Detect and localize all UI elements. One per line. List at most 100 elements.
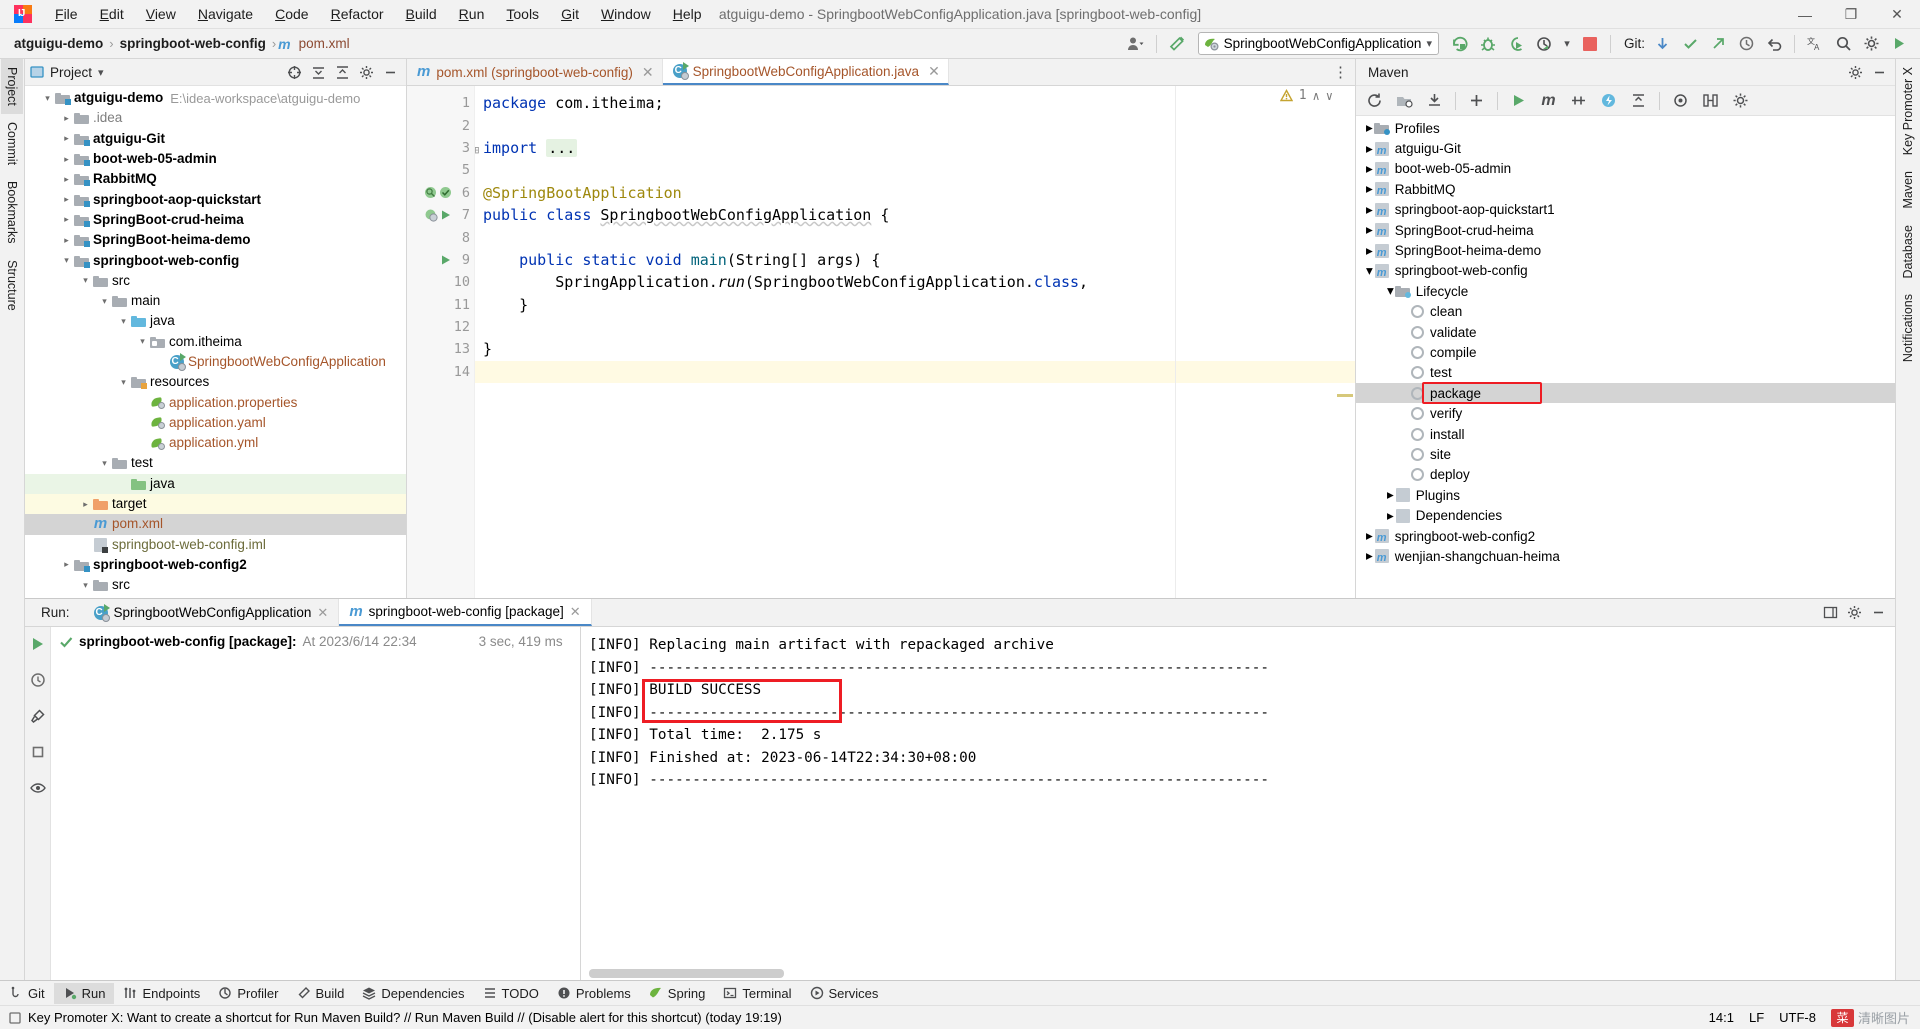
breadcrumb-item[interactable]: pom.xml bbox=[295, 35, 354, 52]
select-opened-file-icon[interactable] bbox=[283, 62, 305, 83]
line-separator[interactable]: LF bbox=[1749, 1010, 1764, 1025]
add-icon[interactable] bbox=[1462, 88, 1491, 114]
next-problem-icon[interactable]: ∨ bbox=[1326, 89, 1333, 103]
maven-tree-row[interactable]: ▸ Plugins bbox=[1356, 485, 1895, 505]
chevron-right-icon[interactable]: ▸ bbox=[1366, 528, 1373, 544]
git-update-icon[interactable] bbox=[1649, 32, 1675, 56]
maven-tree-row[interactable]: validate bbox=[1356, 322, 1895, 342]
reload-icon[interactable] bbox=[1360, 88, 1389, 114]
maven-tree-row[interactable]: ▸ m atguigu-Git bbox=[1356, 138, 1895, 158]
run-result-tree[interactable]: springboot-web-config [package]: At 2023… bbox=[51, 627, 581, 980]
execute-maven-goal-icon[interactable]: m bbox=[1534, 88, 1563, 114]
project-tree-row[interactable]: springboot-web-config.iml bbox=[25, 535, 406, 555]
chevron-right-icon[interactable]: ▸ bbox=[1366, 548, 1373, 564]
project-tree-row[interactable]: ▸ target bbox=[25, 493, 406, 515]
code-text[interactable]: 1 ∧ ∨ package com.itheima; ⊞ import ... @… bbox=[475, 86, 1355, 598]
code-line[interactable]: } bbox=[475, 294, 1355, 316]
chevron-down-icon[interactable]: ▾ bbox=[79, 580, 92, 591]
project-tree-row[interactable]: ▾ com.itheima bbox=[25, 332, 406, 352]
close-run-tab-icon[interactable]: ✕ bbox=[570, 604, 581, 620]
editor-gutter[interactable]: 1 2 3 5 6 7 8 9 10 11 12 13 14 bbox=[407, 86, 475, 598]
collapse-all-icon[interactable] bbox=[1624, 88, 1653, 114]
chevron-right-icon[interactable]: ▸ bbox=[79, 499, 92, 510]
user-account-icon[interactable] bbox=[1123, 32, 1149, 56]
run-main-gutter-icon[interactable] bbox=[440, 254, 452, 266]
gutter-line[interactable]: 12 bbox=[407, 316, 474, 338]
chevron-right-icon[interactable]: ▸ bbox=[60, 559, 73, 570]
project-tree-row[interactable]: ▾ atguigu-demo E:\idea-workspace\atguigu-d… bbox=[25, 88, 406, 108]
stop-rerun-icon[interactable] bbox=[27, 741, 49, 763]
run-settings-gear-icon[interactable] bbox=[1843, 602, 1865, 623]
project-tree-row[interactable]: application.yaml bbox=[25, 413, 406, 433]
rerun-icon[interactable] bbox=[27, 633, 49, 655]
git-history-icon[interactable] bbox=[1733, 32, 1759, 56]
maven-tree-row[interactable]: ▸ Dependencies bbox=[1356, 505, 1895, 525]
run-console-output[interactable]: [INFO] Replacing main artifact with repa… bbox=[581, 627, 1895, 980]
chevron-right-icon[interactable]: ▸ bbox=[1387, 508, 1394, 524]
chevron-right-icon[interactable]: ▸ bbox=[60, 154, 73, 165]
project-tree-row[interactable]: application.yml bbox=[25, 433, 406, 453]
maven-panel-hide-icon[interactable] bbox=[1868, 62, 1890, 83]
project-tree-row[interactable]: ▸ SpringBoot-heima-demo bbox=[25, 230, 406, 250]
maven-tree-row[interactable]: verify bbox=[1356, 403, 1895, 423]
toggle-offline-icon[interactable] bbox=[1390, 88, 1419, 114]
run-configuration-selector[interactable]: SpringbootWebConfigApplication ▾ bbox=[1197, 32, 1439, 55]
stop-button[interactable] bbox=[1577, 32, 1603, 56]
editor-tab-options-icon[interactable]: ⋮ bbox=[1327, 59, 1355, 85]
maven-tree-row[interactable]: test bbox=[1356, 363, 1895, 383]
code-line[interactable]: @SpringBootApplication bbox=[475, 182, 1355, 204]
project-tree-row[interactable]: ▸ SpringBoot-crud-heima bbox=[25, 210, 406, 230]
menu-item-help[interactable]: Help bbox=[662, 2, 713, 27]
close-button[interactable]: ✕ bbox=[1874, 0, 1920, 29]
chevron-right-icon[interactable]: ▸ bbox=[60, 174, 73, 185]
tool-window-button-spring[interactable]: Spring bbox=[640, 983, 715, 1004]
tool-window-button-dependencies[interactable]: Dependencies bbox=[353, 983, 473, 1004]
project-tree-row[interactable]: ▸ boot-web-05-admin bbox=[25, 149, 406, 169]
maven-tree-row[interactable]: site bbox=[1356, 444, 1895, 464]
spring-bean-check-icon[interactable] bbox=[439, 186, 452, 199]
maven-panel-settings-icon[interactable] bbox=[1844, 62, 1866, 83]
menu-item-code[interactable]: Code bbox=[264, 2, 319, 27]
run-configuration-icon[interactable] bbox=[27, 705, 49, 727]
project-tree-row[interactable]: ▸ atguigu-Git bbox=[25, 129, 406, 149]
project-tree-row[interactable]: ▾ src bbox=[25, 271, 406, 291]
download-sources-icon[interactable] bbox=[1420, 88, 1449, 114]
project-view-chevron-icon[interactable]: ▾ bbox=[98, 66, 104, 79]
maven-tree-row[interactable]: deploy bbox=[1356, 465, 1895, 485]
settings-gear-icon[interactable] bbox=[1858, 32, 1884, 56]
collapse-all-icon[interactable] bbox=[331, 62, 353, 83]
code-line[interactable] bbox=[475, 226, 1355, 248]
expand-all-icon[interactable] bbox=[307, 62, 329, 83]
gutter-line[interactable]: 6 bbox=[407, 182, 474, 204]
git-commit-icon[interactable] bbox=[1677, 32, 1703, 56]
run-maven-goal-icon[interactable] bbox=[1504, 88, 1533, 114]
diagram-icon[interactable] bbox=[1696, 88, 1725, 114]
project-tree-row[interactable]: application.properties bbox=[25, 392, 406, 412]
tool-window-button-endpoints[interactable]: Endpoints bbox=[114, 983, 209, 1004]
menu-item-build[interactable]: Build bbox=[395, 2, 448, 27]
project-tree-row[interactable]: C SpringbootWebConfigApplication bbox=[25, 352, 406, 372]
project-tree-row[interactable]: ▾ src bbox=[25, 575, 406, 595]
close-run-tab-icon[interactable]: ✕ bbox=[317, 605, 328, 621]
chevron-down-icon[interactable]: ▾ bbox=[1387, 283, 1394, 299]
show-dependencies-icon[interactable] bbox=[1594, 88, 1623, 114]
project-tree-row[interactable]: ▸ RabbitMQ bbox=[25, 169, 406, 189]
left-rail-tab-structure[interactable]: Structure bbox=[1, 252, 23, 319]
run-with-coverage-button[interactable] bbox=[1503, 32, 1529, 56]
menu-item-tools[interactable]: Tools bbox=[495, 2, 550, 27]
project-tree-row[interactable]: ▸ springboot-web-config2 bbox=[25, 555, 406, 575]
project-tree-row[interactable]: ▾ test bbox=[25, 453, 406, 473]
gutter-line[interactable]: 7 bbox=[407, 204, 474, 226]
editor-tab[interactable]: m pom.xml (springboot-web-config) ✕ bbox=[407, 59, 663, 85]
editor-tab[interactable]: C SpringbootWebConfigApplication.java ✕ bbox=[662, 59, 949, 85]
maven-tree-row[interactable]: ▸ m SpringBoot-crud-heima bbox=[1356, 220, 1895, 240]
spring-class-gutter-icon[interactable] bbox=[425, 209, 438, 222]
chevron-right-icon[interactable]: ▸ bbox=[1366, 202, 1373, 218]
gutter-line[interactable]: 9 bbox=[407, 249, 474, 271]
chevron-right-icon[interactable]: ▸ bbox=[60, 113, 73, 124]
chevron-right-icon[interactable]: ▸ bbox=[1366, 120, 1373, 136]
layout-settings-icon[interactable] bbox=[1819, 602, 1841, 623]
close-tab-icon[interactable]: ✕ bbox=[928, 63, 940, 80]
profiler-icon[interactable] bbox=[1666, 88, 1695, 114]
maven-tree[interactable]: ▸ Profiles ▸ m atguigu-Git ▸ m boot-web-05-admi… bbox=[1356, 116, 1895, 598]
